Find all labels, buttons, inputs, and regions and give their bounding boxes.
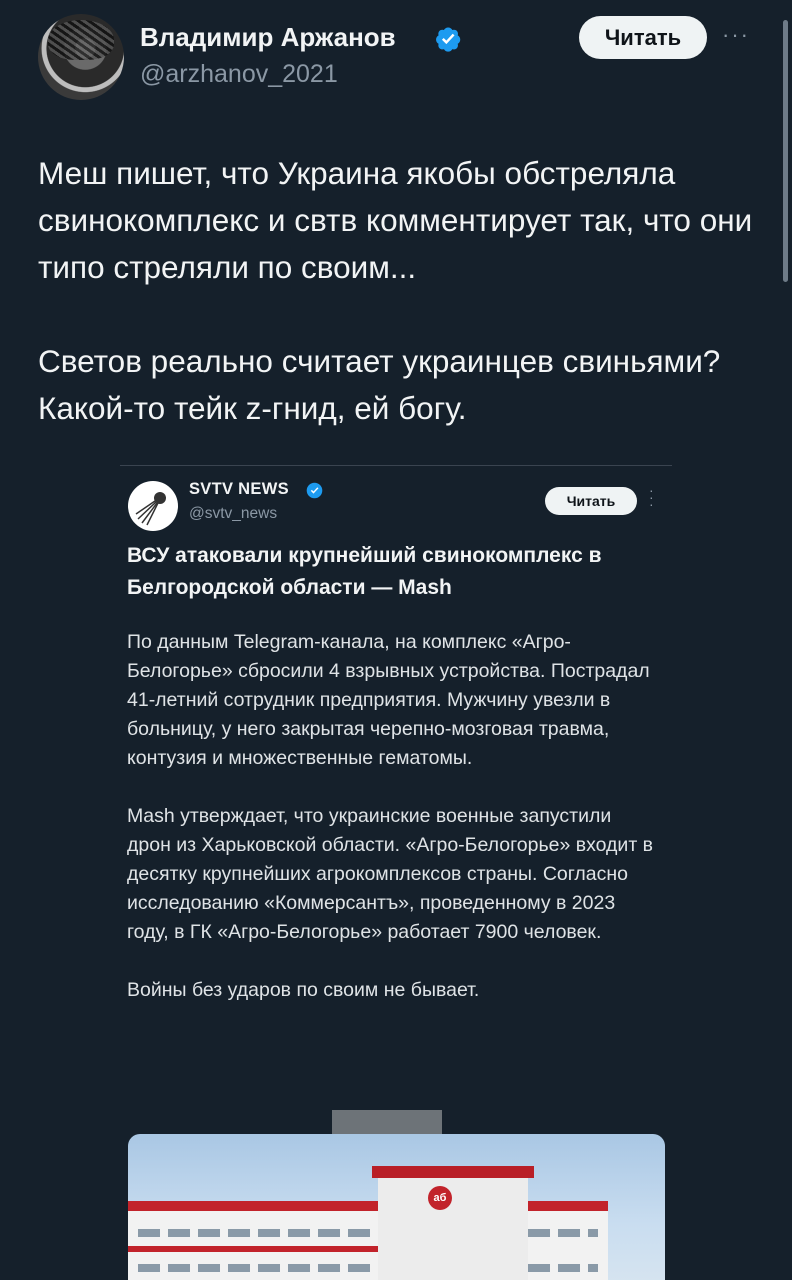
quoted-paragraph: Mash утверждает, что украинские военные … [127,805,654,943]
tweet-paragraph: Светов реально считает украинцев свиньям… [38,343,721,426]
tweet-screen: Владимир Аржанов @arzhanov_2021 Читать ·… [0,0,792,1280]
svtv-logo [128,481,178,531]
quoted-post-body: По данным Telegram-канала, на комплекс «… [127,628,657,1034]
window-row [138,1264,598,1272]
agro-belogorye-emblem: аб [428,1186,452,1210]
author-name[interactable]: Владимир Аржанов [140,22,396,53]
verified-badge-icon [306,482,323,499]
verified-badge-icon [436,27,461,52]
sputnik-icon [135,492,166,526]
tower-roof [372,1166,534,1178]
building-tower [378,1172,528,1280]
author-handle[interactable]: @arzhanov_2021 [140,60,338,89]
quoted-author-handle[interactable]: @svtv_news [189,505,277,523]
window-row [138,1229,598,1237]
building-roof [128,1201,608,1211]
vertical-dots-icon[interactable]: · · · [649,483,654,511]
red-band [128,1246,378,1252]
divider [120,465,672,466]
quoted-paragraph: Войны без ударов по своим не бывает. [127,979,480,1001]
tweet-text: Меш пишет, что Украина якобы обстреляла … [38,150,758,479]
follow-button[interactable]: Читать [579,16,707,59]
scrollbar[interactable] [783,20,788,282]
tweet-paragraph: Меш пишет, что Украина якобы обстреляла … [38,155,753,285]
building-photo[interactable]: аб [128,1134,665,1280]
quoted-author-name[interactable]: SVTV NEWS [189,480,289,499]
quoted-paragraph: По данным Telegram-канала, на комплекс «… [127,631,650,769]
quoted-follow-button[interactable]: Читать [545,487,637,515]
avatar-photo [48,20,114,60]
more-dots-icon[interactable]: ··· [722,22,750,48]
quoted-post-title: ВСУ атаковали крупнейший свинокомплекс в… [127,544,602,599]
quoted-screenshot[interactable]: SVTV NEWS @svtv_news Читать · · · ВСУ атак… [120,465,672,1280]
avatar[interactable] [38,14,124,100]
